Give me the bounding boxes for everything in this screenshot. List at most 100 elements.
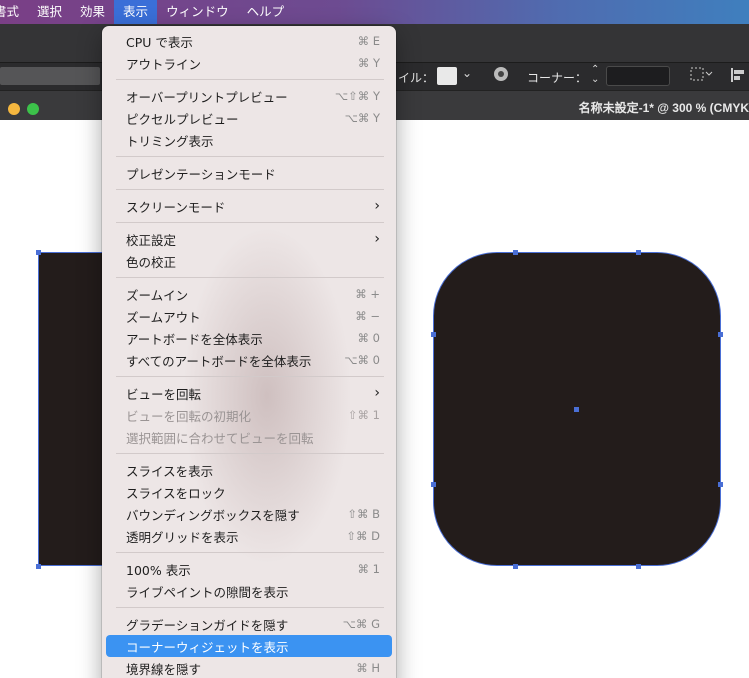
menu-item[interactable]: プレゼンテーションモード — [106, 162, 392, 184]
selection-handle[interactable] — [36, 564, 41, 569]
selection-handle[interactable] — [718, 332, 723, 337]
menu-item-shortcut: ⇧⌘ B — [347, 507, 380, 521]
menu-item-label: すべてのアートボードを全体表示 — [126, 353, 312, 369]
menu-help[interactable]: ヘルプ — [238, 0, 294, 24]
menu-item[interactable]: 100% 表示 ⌘ 1 — [106, 558, 392, 580]
menu-item[interactable]: オーバープリントプレビュー ⌥⇧⌘ Y — [106, 85, 392, 107]
selection-handle[interactable] — [513, 250, 518, 255]
menu-item-label: プレゼンテーションモード — [126, 166, 276, 182]
menu-item[interactable]: ライブペイントの隙間を表示 — [106, 580, 392, 602]
menu-item-shortcut: ⌥⌘ G — [342, 617, 380, 631]
menu-item[interactable]: アウトライン ⌘ Y — [106, 52, 392, 74]
selection-handle[interactable] — [431, 482, 436, 487]
menu-item-label: コーナーウィジェットを表示 — [126, 639, 289, 655]
fill-label: イル： — [398, 71, 435, 85]
corner-label: コーナー： — [527, 71, 588, 85]
align-left-icon[interactable] — [730, 67, 746, 86]
menu-item[interactable]: すべてのアートボードを全体表示 ⌥⌘ 0 — [106, 349, 392, 371]
selection-handle[interactable] — [718, 482, 723, 487]
menu-item-shortcut: ⌘ − — [355, 309, 380, 323]
submenu-chevron-icon: › — [374, 231, 380, 247]
menu-item-label: アートボードを全体表示 — [126, 331, 263, 347]
selection-handle[interactable] — [513, 564, 518, 569]
zoom-button[interactable] — [27, 103, 39, 115]
menu-item-shortcut: ⌘ H — [356, 661, 380, 675]
menu-item[interactable]: スライスを表示 — [106, 459, 392, 481]
menu-item[interactable]: バウンディングボックスを隠す ⇧⌘ B — [106, 503, 392, 525]
menu-item-label: 透明グリッドを表示 — [126, 529, 239, 545]
view-menu-dropdown: CPU で表示 ⌘ E アウトライン ⌘ Y オーバープリントプレビュー ⌥⇧⌘ Y ピクセ… — [102, 26, 396, 678]
selection-handle[interactable] — [636, 564, 641, 569]
menu-item-label: スクリーンモード — [126, 199, 226, 215]
menu-item-shortcut: ⌥⌘ 0 — [344, 353, 380, 367]
menu-item[interactable]: トリミング表示 — [106, 129, 392, 151]
menu-separator — [116, 79, 384, 80]
menu-window[interactable]: ウィンドウ — [157, 0, 238, 24]
menu-item[interactable]: スライスをロック — [106, 481, 392, 503]
menu-item-shortcut: ⌘ 1 — [357, 562, 380, 576]
menu-effect[interactable]: 効果 — [71, 0, 114, 24]
menu-select[interactable]: 選択 — [28, 0, 71, 24]
menu-separator — [116, 453, 384, 454]
menu-item-shortcut: ⌘ E — [357, 34, 380, 48]
menu-item[interactable]: CPU で表示 ⌘ E — [106, 30, 392, 52]
menu-item-shortcut: ⌘ 0 — [357, 331, 380, 345]
corner-input[interactable] — [606, 66, 670, 86]
menu-item-label: ビューを回転 — [126, 386, 202, 402]
recolor-icon[interactable] — [493, 66, 509, 85]
submenu-chevron-icon: › — [374, 198, 380, 214]
fill-chevron-icon[interactable]: ⌄ — [462, 66, 472, 80]
menu-item-label: スライスを表示 — [126, 463, 214, 479]
menu-item[interactable]: 色の校正 — [106, 250, 392, 272]
menu-bar: 書式 選択 効果 表示 ウィンドウ ヘルプ — [0, 0, 749, 24]
menu-item[interactable]: スクリーンモード › — [106, 195, 392, 217]
menu-view[interactable]: 表示 — [114, 0, 158, 24]
center-point[interactable] — [574, 407, 579, 412]
menu-item-label: CPU で表示 — [126, 34, 193, 50]
menu-item[interactable]: コーナーウィジェットを表示 — [106, 635, 392, 657]
menu-item[interactable]: ズームアウト ⌘ − — [106, 305, 392, 327]
menu-item-shortcut: ⌥⇧⌘ Y — [334, 89, 380, 103]
corner-stepper-icon[interactable]: ⌃ ⌄ — [591, 65, 599, 85]
menu-item-label: グラデーションガイドを隠す — [126, 617, 289, 633]
menu-item-label: 境界線を隠す — [126, 661, 202, 677]
menu-separator — [116, 222, 384, 223]
fill-swatch[interactable] — [437, 67, 457, 85]
menu-format[interactable]: 書式 — [0, 0, 28, 24]
selection-handle[interactable] — [36, 250, 41, 255]
menu-item-shortcut: ⌘ Y — [357, 56, 380, 70]
menu-item[interactable]: グラデーションガイドを隠す ⌥⌘ G — [106, 613, 392, 635]
menu-item-shortcut: ⌘ + — [355, 287, 380, 301]
menu-item-label: バウンディングボックスを隠す — [126, 507, 300, 523]
menu-separator — [116, 277, 384, 278]
menu-item[interactable]: 校正設定 › — [106, 228, 392, 250]
menu-item[interactable]: アートボードを全体表示 ⌘ 0 — [106, 327, 392, 349]
menu-item-shortcut: ⇧⌘ 1 — [347, 408, 380, 422]
menu-item[interactable]: 境界線を隠す ⌘ H — [106, 657, 392, 678]
menu-separator — [116, 156, 384, 157]
align-options-icon[interactable] — [690, 67, 714, 84]
rectangle-shape[interactable] — [38, 252, 108, 566]
menu-item-label: オーバープリントプレビュー — [126, 89, 288, 105]
menu-item-label: ピクセルプレビュー — [126, 111, 239, 127]
menu-separator — [116, 607, 384, 608]
menu-item-shortcut: ⇧⌘ D — [346, 529, 380, 543]
menu-item[interactable]: ビューを回転 › — [106, 382, 392, 404]
menu-item[interactable]: ピクセルプレビュー ⌥⌘ Y — [106, 107, 392, 129]
minimize-button[interactable] — [8, 103, 20, 115]
menu-item-label: 校正設定 — [126, 232, 177, 248]
menu-item-label: 100% 表示 — [126, 562, 191, 578]
menu-item-label: 色の校正 — [126, 254, 177, 270]
selection-handle[interactable] — [431, 332, 436, 337]
menu-item[interactable]: 透明グリッドを表示 ⇧⌘ D — [106, 525, 392, 547]
menu-item-label: ビューを回転の初期化 — [126, 408, 252, 424]
menu-item-label: スライスをロック — [126, 485, 226, 501]
menu-item[interactable]: ズームイン ⌘ + — [106, 283, 392, 305]
selection-handle[interactable] — [636, 250, 641, 255]
menu-item-label: ライブペイントの隙間を表示 — [126, 584, 289, 600]
menu-item-shortcut: ⌥⌘ Y — [344, 111, 380, 125]
menu-item-label: トリミング表示 — [126, 133, 214, 149]
document-title[interactable]: 名称未設定-1* @ 300 % (CMYK — [579, 99, 749, 116]
menu-separator — [116, 189, 384, 190]
style-dropdown[interactable] — [0, 67, 100, 85]
